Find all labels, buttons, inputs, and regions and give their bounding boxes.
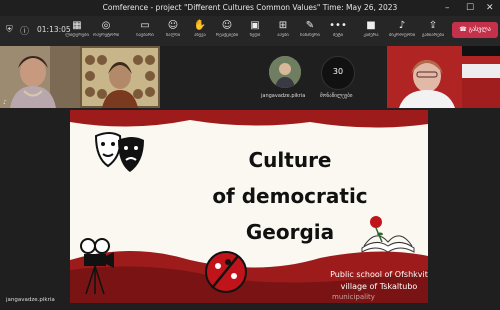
maximize-button[interactable]: ☐ xyxy=(466,2,474,14)
info-icon[interactable]: ⓘ xyxy=(20,24,29,37)
people-icon: ☺ xyxy=(167,20,179,31)
grid-icon: ▦ xyxy=(72,20,82,31)
school-name-line-2: village of Tskaltubo xyxy=(340,282,418,291)
participant-count: 30 xyxy=(332,67,344,76)
chat-icon: ▭ xyxy=(140,20,150,31)
toolbar-item-view[interactable]: ▣ ხედი xyxy=(242,20,268,38)
participant-avatar-photo xyxy=(269,56,301,88)
toolbar-item-grid[interactable]: ▦ ლიდერები xyxy=(64,20,90,38)
minimize-button[interactable]: – xyxy=(445,2,450,14)
participant-video-2[interactable] xyxy=(80,46,160,108)
school-name-line-1: Public school of Ofshkvit xyxy=(330,270,428,279)
presenter-name: jangavadze.pikria xyxy=(6,297,55,303)
participant-photo xyxy=(387,46,500,108)
toolbar-item-reactions[interactable]: ☺ რეაქციები xyxy=(214,20,240,38)
more-icon: ••• xyxy=(329,20,347,31)
theatre-masks-icon xyxy=(94,132,144,172)
participant-count-tile[interactable]: 30 xyxy=(321,56,355,90)
toolbar-item-apps[interactable]: ⊞ აპები xyxy=(270,20,296,38)
toolbar-item-raise-hand[interactable]: ✋ აწევა xyxy=(187,20,213,38)
participant-video-3[interactable] xyxy=(387,46,500,108)
toolbar-item-mic[interactable]: ♪ მიკროფონი xyxy=(389,20,415,38)
book-rose-icon xyxy=(361,216,415,253)
toolbar-item-compass[interactable]: ◎ ოპერეტორი xyxy=(93,20,119,38)
mic-indicator-icon: ♪ xyxy=(3,99,7,106)
window-title: Comference - project "Different Cultures… xyxy=(102,3,398,12)
slide-watermark: municipality xyxy=(332,293,375,301)
mic-icon: ♪ xyxy=(398,20,406,31)
toolbar-item-chat[interactable]: ▭ საუბარი xyxy=(132,20,158,38)
slide-title-line-1: Culture xyxy=(248,148,332,172)
toolbar-item-more[interactable]: ••• მეტი xyxy=(325,20,351,38)
meeting-toolbar: ⛨ ⓘ 01:13:05 ▦ ლიდერები ◎ ოპერეტორი ▭ საუბა… xyxy=(0,16,500,46)
participants-label: მონაწილეები xyxy=(320,93,353,99)
reactions-icon: ☺ xyxy=(221,20,233,31)
share-icon: ⇪ xyxy=(428,20,438,31)
compass-icon: ◎ xyxy=(101,20,111,31)
toolbar-item-notes[interactable]: ✎ ჩანაწერი xyxy=(297,20,323,38)
close-button[interactable]: ✕ xyxy=(486,2,494,14)
notes-icon: ✎ xyxy=(305,20,315,31)
slide-title-line-2: of democratic xyxy=(212,184,368,208)
participant-photo xyxy=(0,46,80,108)
hand-icon: ✋ xyxy=(193,20,207,31)
phone-icon: ☎ xyxy=(459,26,469,33)
toolbar-item-people[interactable]: ☺ ხალხი xyxy=(160,20,186,38)
toolbar-item-share[interactable]: ⇪ გაზიარება xyxy=(420,20,446,38)
shield-icon[interactable]: ⛨ xyxy=(6,25,13,35)
participant-name: jangavadze.pikria xyxy=(261,93,306,99)
camera-icon: ■ xyxy=(366,20,376,31)
leave-button[interactable]: ☎ გასვლა xyxy=(452,22,498,38)
participant-photo xyxy=(80,46,160,108)
avatar[interactable] xyxy=(269,56,301,88)
palette-icon xyxy=(205,251,247,293)
participant-video-1[interactable]: ♪ xyxy=(0,46,80,108)
view-icon: ▣ xyxy=(250,20,260,31)
movie-camera-icon xyxy=(80,238,114,295)
toolbar-item-camera[interactable]: ■ კამერა xyxy=(358,20,384,38)
title-bar: Comference - project "Different Cultures… xyxy=(0,0,500,16)
shared-screen-slide: Culture of democratic Georgia Public sch… xyxy=(70,110,428,303)
apps-icon: ⊞ xyxy=(278,20,288,31)
